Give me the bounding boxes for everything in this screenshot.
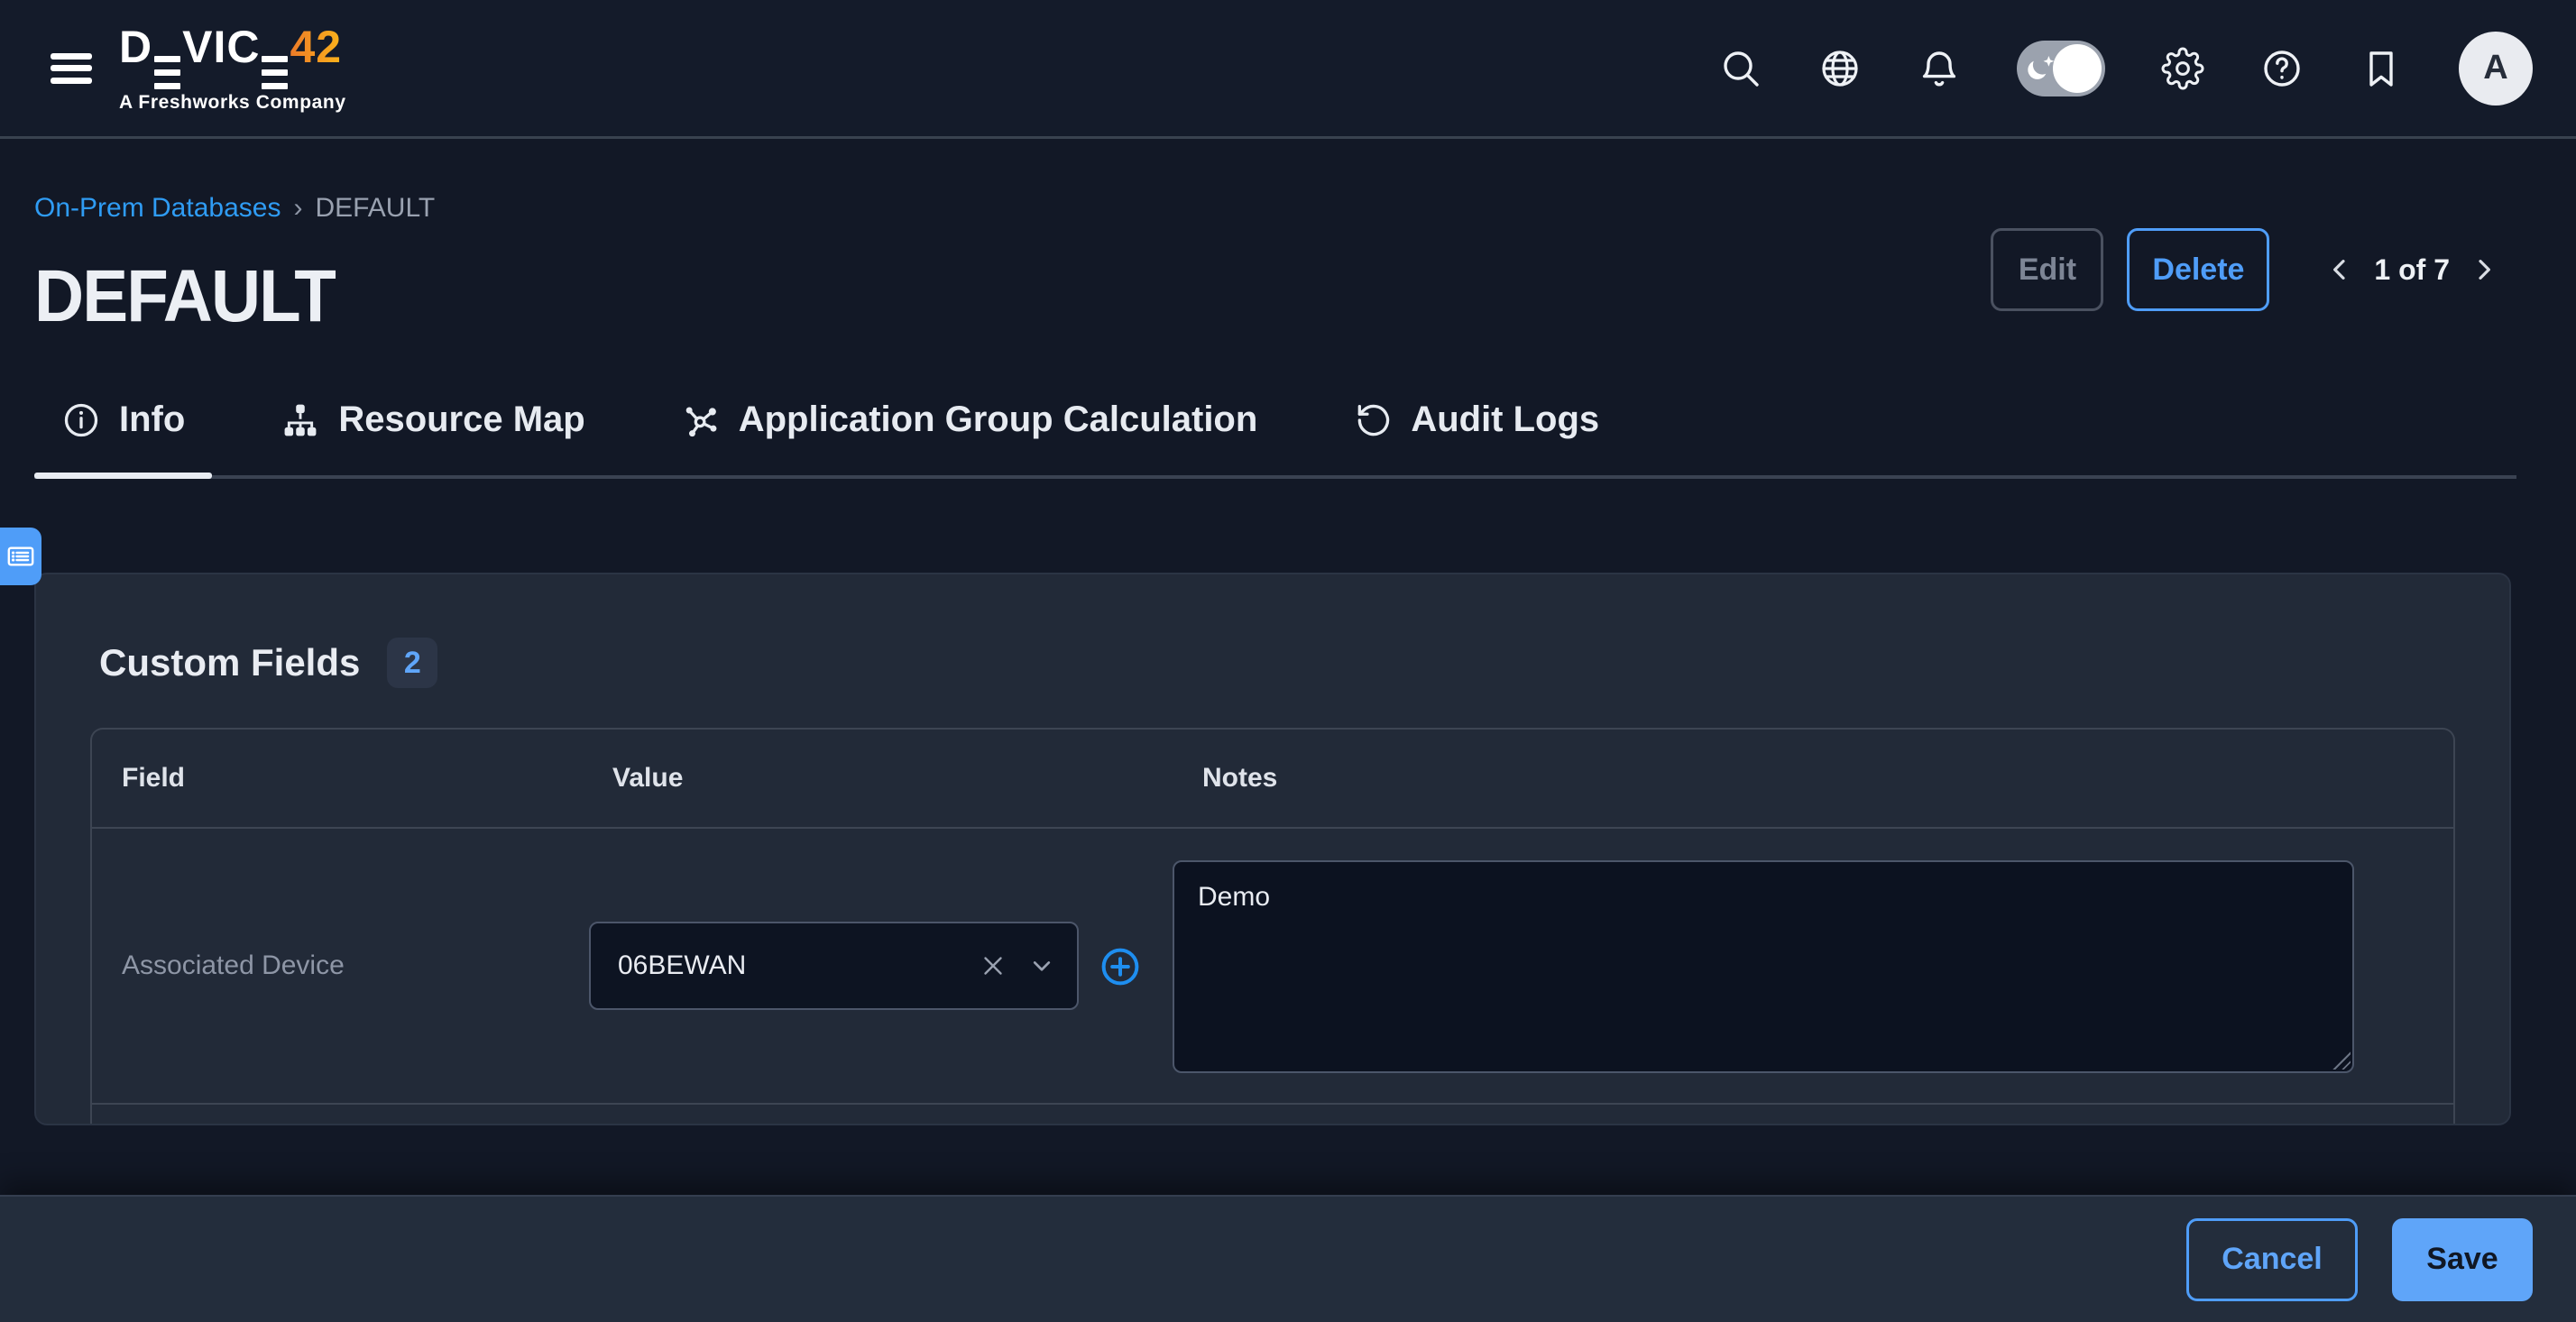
table-header-row: Field Value Notes (92, 730, 2453, 829)
custom-fields-card: Custom Fields 2 Field Value Notes Associ… (34, 573, 2511, 1125)
history-icon (1353, 400, 1393, 440)
column-header-notes: Notes (1202, 763, 2424, 794)
custom-fields-table: Field Value Notes Associated Device 06BE… (90, 728, 2455, 1125)
tab-label: Audit Logs (1411, 399, 1599, 440)
device42-logo[interactable]: DVIC42 A Freshworks Company (119, 23, 346, 114)
breadcrumb-separator: › (293, 193, 302, 224)
logo-e-glyph (262, 56, 288, 89)
chevron-left-icon[interactable] (2325, 255, 2354, 284)
side-panel-button[interactable] (0, 528, 41, 585)
title-actions: Edit Delete 1 of 7 (1991, 228, 2498, 311)
dark-mode-toggle[interactable] (2017, 41, 2105, 96)
tab-application-group-calculation[interactable]: Application Group Calculation (654, 386, 1285, 475)
breadcrumb-current: DEFAULT (315, 193, 435, 224)
card-title: Custom Fields (99, 641, 360, 684)
chevron-right-icon[interactable] (2470, 255, 2498, 284)
hamburger-icon[interactable] (51, 53, 92, 84)
count-badge: 2 (387, 638, 437, 688)
field-name-label: Associated Device (122, 829, 345, 1103)
detail-tabs: Info Resource Map Application Group Calc… (34, 386, 2516, 479)
tab-info[interactable]: Info (34, 386, 212, 475)
table-row: Associated Device 06BEWAN Demo (92, 829, 2453, 1105)
logo-wordmark: DVIC42 (119, 23, 346, 89)
table-row (92, 1105, 2453, 1125)
tab-resource-map[interactable]: Resource Map (253, 386, 612, 475)
edit-button[interactable]: Edit (1991, 228, 2103, 311)
card-header: Custom Fields 2 (36, 574, 2509, 728)
sitemap-icon (281, 400, 320, 440)
toggle-knob (2053, 44, 2102, 93)
column-header-value: Value (612, 763, 1202, 794)
globe-icon[interactable] (1818, 47, 1862, 90)
user-avatar[interactable]: A (2459, 32, 2533, 106)
search-icon[interactable] (1719, 47, 1762, 90)
bell-icon[interactable] (1918, 47, 1961, 90)
gear-icon[interactable] (2161, 47, 2204, 90)
tab-label: Application Group Calculation (739, 399, 1258, 440)
record-pagination: 1 of 7 (2325, 253, 2498, 287)
top-navigation-bar: DVIC42 A Freshworks Company (0, 0, 2576, 139)
delete-button[interactable]: Delete (2127, 228, 2269, 311)
clear-x-icon[interactable] (978, 950, 1008, 981)
topbar-actions: A (1719, 32, 2533, 106)
help-icon[interactable] (2260, 47, 2304, 90)
pagination-label: 1 of 7 (2374, 253, 2450, 287)
breadcrumb: On-Prem Databases › DEFAULT (34, 193, 435, 224)
select-value: 06BEWAN (618, 950, 978, 981)
column-header-field: Field (122, 763, 612, 794)
chevron-down-icon[interactable] (1026, 950, 1057, 981)
cluster-icon (681, 400, 721, 440)
add-plus-icon[interactable] (1099, 945, 1142, 988)
page-title: DEFAULT (34, 254, 335, 339)
tab-label: Info (119, 399, 185, 440)
info-icon (61, 400, 101, 440)
list-panel-icon (5, 540, 37, 573)
notes-textarea[interactable]: Demo (1173, 860, 2354, 1073)
associated-device-select[interactable]: 06BEWAN (589, 922, 1079, 1010)
tab-label: Resource Map (338, 399, 584, 440)
save-button[interactable]: Save (2392, 1218, 2533, 1301)
breadcrumb-link[interactable]: On-Prem Databases (34, 193, 281, 224)
app-root: DVIC42 A Freshworks Company (0, 0, 2576, 1322)
logo-tagline: A Freshworks Company (119, 92, 346, 114)
tab-audit-logs[interactable]: Audit Logs (1326, 386, 1626, 475)
logo-e-glyph (154, 56, 180, 89)
bottom-action-bar: Cancel Save (0, 1195, 2576, 1322)
bookmark-icon[interactable] (2360, 47, 2403, 90)
cancel-button[interactable]: Cancel (2186, 1218, 2358, 1301)
